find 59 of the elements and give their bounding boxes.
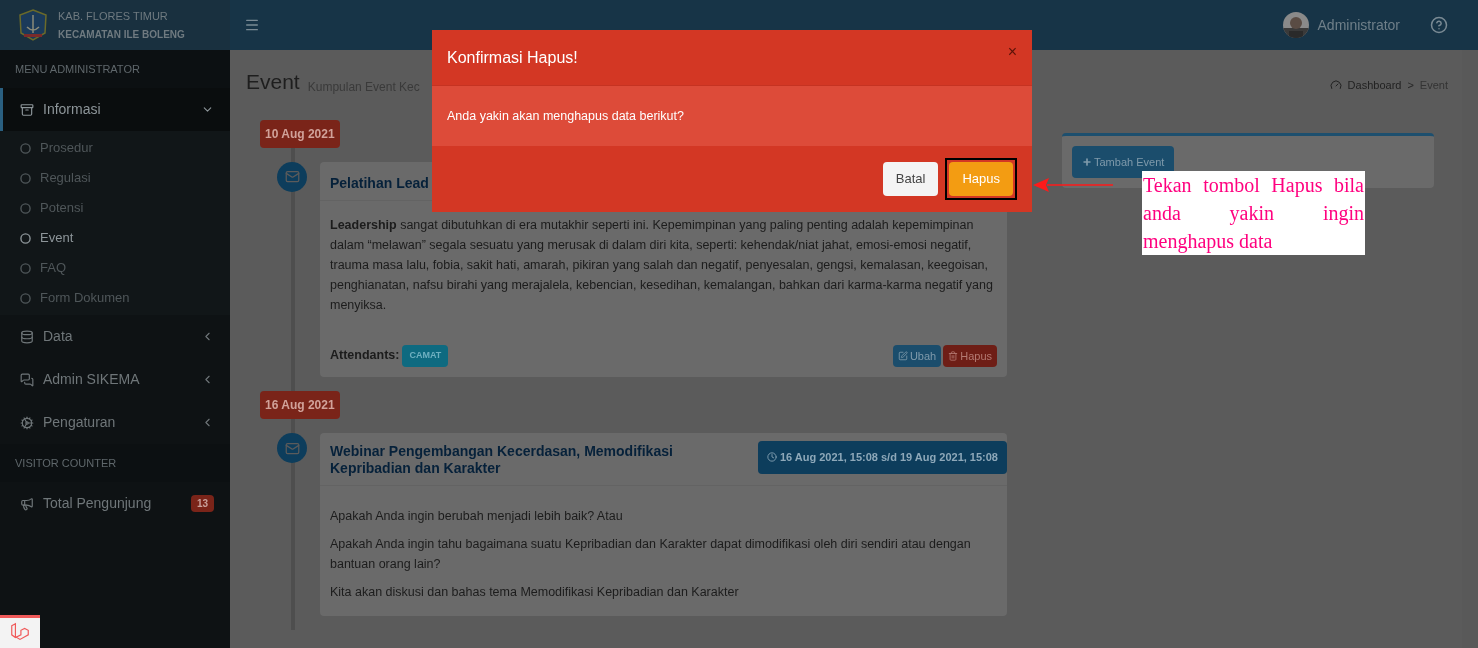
attendant-tag: CAMAT — [402, 345, 449, 367]
brand-title: KAB. FLORES TIMUR — [58, 8, 169, 24]
submenu-item[interactable]: Event — [0, 223, 230, 253]
event-description: Leadership sangat dibutuhkan di era mutakhir seperti ini. Kepemimpinan yang paling penting adalah kepemimpinan dalam “melawan” segala sesuatu yang merusak di dalam diri kita, seperti: kehendak/niat jahat, emosi-emosi negatif, trauma masa lalu, fobia, sakit hati, amarah, pikiran yang salah dan negatif, penyesalan, gengsi, kemalasan, keegoisan, penghianatan, nafsu birahi yang merajalela, kebencian, kesedihan, kemalangan, bahkan dari karma-karma negatif yang menyiksa. — [330, 216, 994, 314]
circle-icon — [20, 202, 31, 214]
sidebar-item[interactable]: Data — [0, 315, 230, 358]
sidebar-item[interactable]: Total Pengunjung 13 — [0, 482, 230, 525]
submenu-item[interactable]: Prosedur — [0, 133, 230, 163]
delete-button[interactable]: Hapus — [943, 344, 997, 367]
date-label: 16 Aug 2021 — [260, 391, 340, 419]
clock-icon — [766, 452, 777, 463]
event-description: Kita akan diskusi dan bahas tema Memodifikasi Kepribadian dan Karakter — [330, 584, 740, 601]
arrow-icon — [1033, 177, 1113, 193]
dashboard-icon — [1329, 79, 1342, 92]
emblem-icon — [18, 9, 48, 41]
count-badge: 13 — [190, 495, 214, 512]
archive-icon — [20, 102, 34, 117]
annotation-text: Tekan tombol Hapus bila anda yakin ingin menghapus data — [1143, 173, 1364, 255]
chat-icon — [20, 372, 34, 387]
close-button[interactable]: × — [1007, 39, 1017, 64]
edit-button[interactable]: Ubah — [892, 344, 942, 367]
database-icon — [20, 329, 34, 344]
breadcrumb-link[interactable]: Dashboard — [1347, 77, 1402, 94]
megaphone-icon — [20, 496, 34, 511]
gears-icon — [20, 415, 34, 430]
cancel-button[interactable]: Batal — [882, 162, 939, 196]
edit-icon — [897, 350, 908, 361]
add-event-button[interactable]: Tambah Event — [1072, 145, 1175, 178]
brand-subtitle: KECAMATAN ILE BOLENG — [58, 28, 185, 43]
circle-icon — [20, 292, 31, 304]
circle-icon — [20, 142, 31, 154]
menu-icon[interactable] — [244, 17, 260, 33]
help-icon[interactable] — [1430, 16, 1448, 34]
period-badge: 16 Aug 2021, 15:08 s/d 19 Aug 2021, 15:08 — [757, 441, 1007, 474]
dialog-title: Konfirmasi Hapus! — [447, 47, 579, 68]
sidebar-item[interactable]: Pengaturan — [0, 401, 230, 444]
event-description: Apakah Anda ingin berubah menjadi lebih baik? Atau — [330, 508, 624, 525]
mail-icon — [277, 161, 307, 192]
submenu-item[interactable]: Form Dokumen — [0, 283, 230, 313]
sidebar-item[interactable]: Admin SIKEMA — [0, 358, 230, 401]
attendants-label: Attendants: — [330, 347, 400, 365]
delete-button[interactable]: Hapus — [949, 162, 1013, 196]
sidebar-item[interactable]: Informasi — [0, 88, 230, 131]
circle-icon — [20, 232, 31, 244]
circle-icon — [20, 172, 31, 184]
page-title: Event — [246, 69, 300, 95]
dialog-message: Anda yakin akan menghapus data berikut? — [447, 107, 684, 125]
event-title[interactable]: Webinar Pengembangan Kecerdasan, Memodifikasi Kepribadian dan Karakter — [330, 443, 758, 477]
plus-icon — [1082, 156, 1092, 167]
submenu-item[interactable]: Potensi — [0, 193, 230, 223]
submenu-item[interactable]: FAQ — [0, 253, 230, 283]
trash-icon — [948, 350, 959, 361]
mail-icon — [277, 433, 307, 463]
circle-icon — [20, 262, 31, 274]
user-name[interactable]: Administrator — [1317, 14, 1400, 36]
breadcrumb-separator: > — [1407, 78, 1414, 93]
submenu-item[interactable]: Regulasi — [0, 163, 230, 193]
event-description: Apakah Anda ingin tahu bagaimana suatu Kepribadian dan Karakter dapat dimodifikasi oleh diri sendiri atau dengan bantuan orang lain? — [330, 536, 972, 573]
date-label: 10 Aug 2021 — [260, 119, 340, 148]
